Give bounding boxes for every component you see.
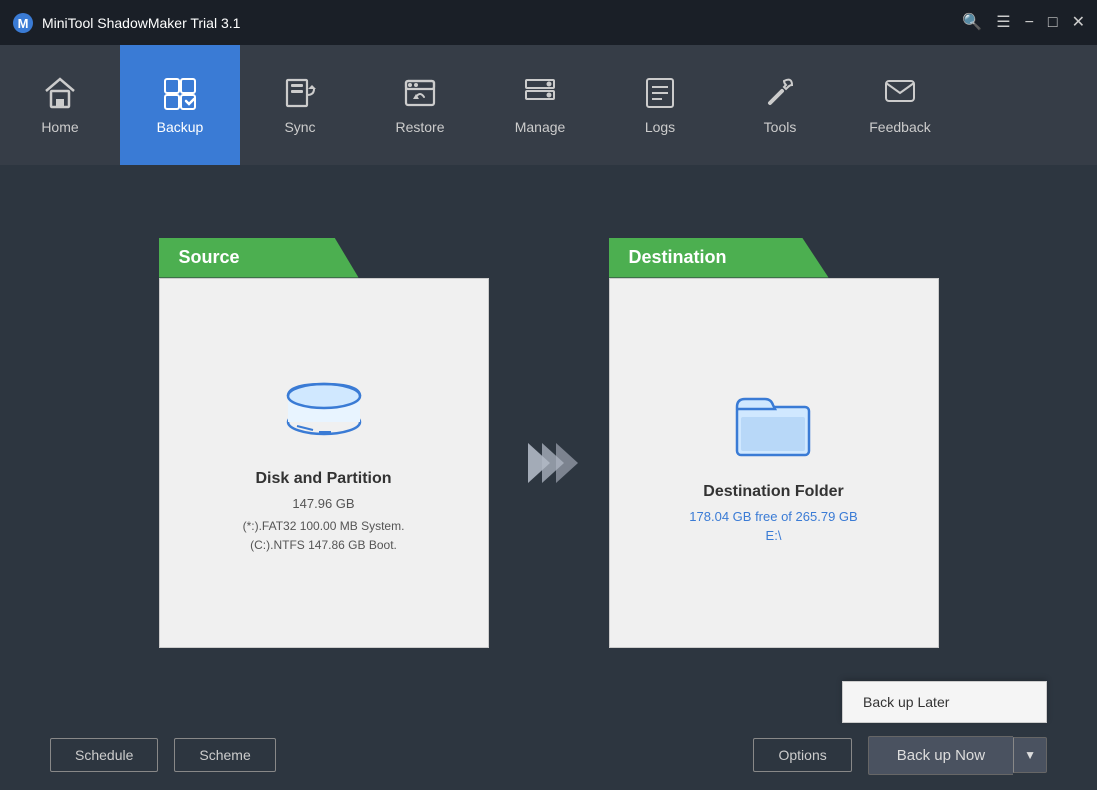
nav-item-logs[interactable]: Logs	[600, 45, 720, 165]
nav-bar: Home Backup Sync	[0, 45, 1097, 165]
manage-icon	[522, 75, 558, 111]
folder-icon	[729, 383, 819, 463]
bottom-right-actions: Options Back up Now ▼ Back up Later	[753, 736, 1047, 775]
nav-label-sync: Sync	[284, 119, 315, 135]
close-icon[interactable]: ✕	[1072, 15, 1085, 31]
source-header-label: Source	[179, 247, 240, 268]
sync-icon	[282, 75, 318, 111]
nav-item-home[interactable]: Home	[0, 45, 120, 165]
options-button[interactable]: Options	[753, 738, 851, 772]
source-size: 147.96 GB	[292, 496, 354, 511]
destination-header: Destination	[609, 238, 829, 278]
app-logo-icon: M	[12, 12, 34, 34]
backup-dropdown-menu: Back up Later	[842, 681, 1047, 723]
source-title: Disk and Partition	[255, 470, 391, 488]
nav-label-restore: Restore	[395, 119, 444, 135]
search-icon[interactable]: 🔍	[962, 15, 982, 31]
app-title: MiniTool ShadowMaker Trial 3.1	[42, 15, 240, 31]
backup-icon	[162, 75, 198, 111]
source-card-wrapper: Source Disk and Partition 147.96 GB	[159, 238, 489, 648]
nav-item-backup[interactable]: Backup	[120, 45, 240, 165]
nav-label-home: Home	[41, 119, 78, 135]
nav-item-manage[interactable]: Manage	[480, 45, 600, 165]
home-icon	[42, 75, 78, 111]
title-controls: 🔍 ☰ − □ ✕	[962, 15, 1085, 31]
schedule-button[interactable]: Schedule	[50, 738, 158, 772]
source-card[interactable]: Disk and Partition 147.96 GB (*:).FAT32 …	[159, 278, 489, 648]
nav-item-sync[interactable]: Sync	[240, 45, 360, 165]
nav-item-feedback[interactable]: Feedback	[840, 45, 960, 165]
destination-header-label: Destination	[629, 247, 727, 268]
minimize-icon[interactable]: −	[1025, 15, 1034, 31]
bottom-bar: Schedule Scheme Options Back up Now ▼ Ba…	[0, 720, 1097, 790]
source-header: Source	[159, 238, 359, 278]
arrow-area	[489, 403, 609, 483]
title-bar: M MiniTool ShadowMaker Trial 3.1 🔍 ☰ − □…	[0, 0, 1097, 45]
nav-label-logs: Logs	[645, 119, 675, 135]
nav-label-tools: Tools	[764, 119, 797, 135]
destination-size: 178.04 GB free of 265.79 GB	[689, 509, 857, 524]
feedback-icon	[882, 75, 918, 111]
nav-label-feedback: Feedback	[869, 119, 930, 135]
tools-icon	[762, 75, 798, 111]
nav-label-manage: Manage	[515, 119, 566, 135]
backup-later-item[interactable]: Back up Later	[843, 682, 1046, 722]
main-content: Source Disk and Partition 147.96 GB	[0, 165, 1097, 720]
logs-icon	[642, 75, 678, 111]
destination-card[interactable]: Destination Folder 178.04 GB free of 265…	[609, 278, 939, 648]
backup-now-button[interactable]: Back up Now	[868, 736, 1013, 775]
backup-dropdown-button[interactable]: ▼	[1013, 737, 1047, 773]
nav-item-restore[interactable]: Restore	[360, 45, 480, 165]
arrows-icon	[528, 443, 570, 483]
menu-icon[interactable]: ☰	[996, 15, 1010, 31]
disk-icon	[279, 370, 369, 450]
nav-item-tools[interactable]: Tools	[720, 45, 840, 165]
maximize-icon[interactable]: □	[1048, 15, 1058, 31]
scheme-button[interactable]: Scheme	[174, 738, 275, 772]
destination-drive: E:\	[766, 528, 782, 543]
svg-text:M: M	[18, 16, 29, 31]
destination-card-wrapper: Destination Destination Folder 178.04 GB…	[609, 238, 939, 648]
bottom-left-actions: Schedule Scheme	[50, 738, 276, 772]
title-left: M MiniTool ShadowMaker Trial 3.1	[12, 12, 240, 34]
source-detail: (*:).FAT32 100.00 MB System. (C:).NTFS 1…	[243, 517, 405, 555]
restore-icon	[402, 75, 438, 111]
nav-label-backup: Backup	[157, 119, 204, 135]
destination-title: Destination Folder	[703, 483, 843, 501]
